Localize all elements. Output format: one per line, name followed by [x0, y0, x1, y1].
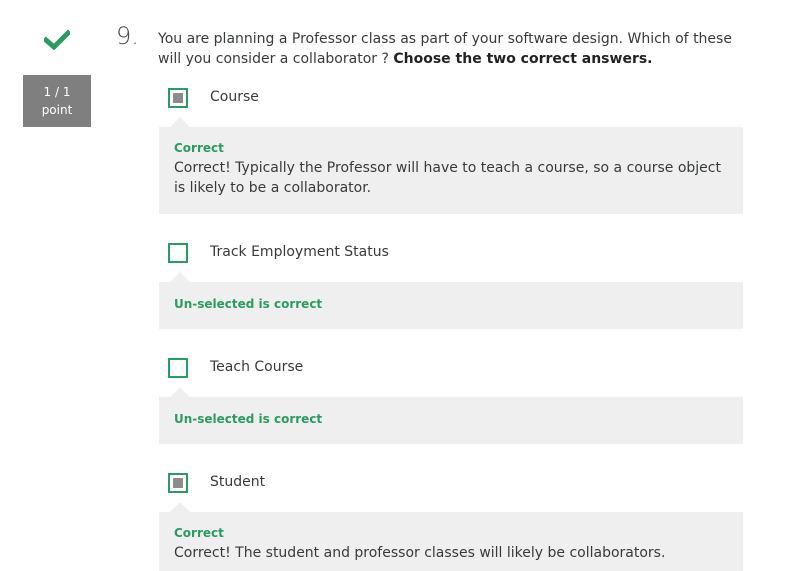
option-label: Teach Course	[210, 359, 304, 375]
checkmark-icon	[44, 30, 70, 50]
option-label: Student	[210, 474, 266, 490]
checkbox-checked[interactable]	[168, 473, 188, 493]
feedback-title: Un-selected is correct	[174, 297, 323, 311]
answer-option-track-employment-status[interactable]: Track Employment Status	[168, 243, 748, 267]
feedback-panel: Un-selected is correct	[159, 397, 743, 444]
feedback-panel: Correct Correct! The student and profess…	[159, 512, 743, 571]
feedback-title: Un-selected is correct	[174, 412, 323, 426]
answer-option-teach-course[interactable]: Teach Course	[168, 358, 748, 382]
option-label: Course	[210, 89, 259, 105]
answer-option-student[interactable]: Student	[168, 473, 748, 497]
score-value: 1 / 1	[43, 85, 71, 99]
option-label: Track Employment Status	[210, 244, 389, 260]
feedback-panel: Un-selected is correct	[159, 282, 743, 329]
feedback-text: Correct! The student and professor class…	[174, 545, 666, 561]
score-unit: point	[41, 103, 73, 117]
question-instruction: Choose the two correct answers.	[393, 51, 653, 67]
feedback-text: Correct! Typically the Professor will ha…	[174, 160, 721, 196]
question-number: 9.	[116, 22, 139, 50]
checkbox-unchecked[interactable]	[168, 358, 188, 378]
score-badge: 1 / 1 point	[23, 75, 91, 127]
feedback-panel: Correct Correct! Typically the Professor…	[159, 127, 743, 214]
feedback-title: Correct	[174, 141, 224, 155]
checkbox-unchecked[interactable]	[168, 243, 188, 263]
question-text: You are planning a Professor class as pa…	[158, 29, 738, 69]
answer-option-course[interactable]: Course	[168, 88, 748, 112]
checkbox-checked[interactable]	[168, 88, 188, 108]
feedback-title: Correct	[174, 526, 224, 540]
